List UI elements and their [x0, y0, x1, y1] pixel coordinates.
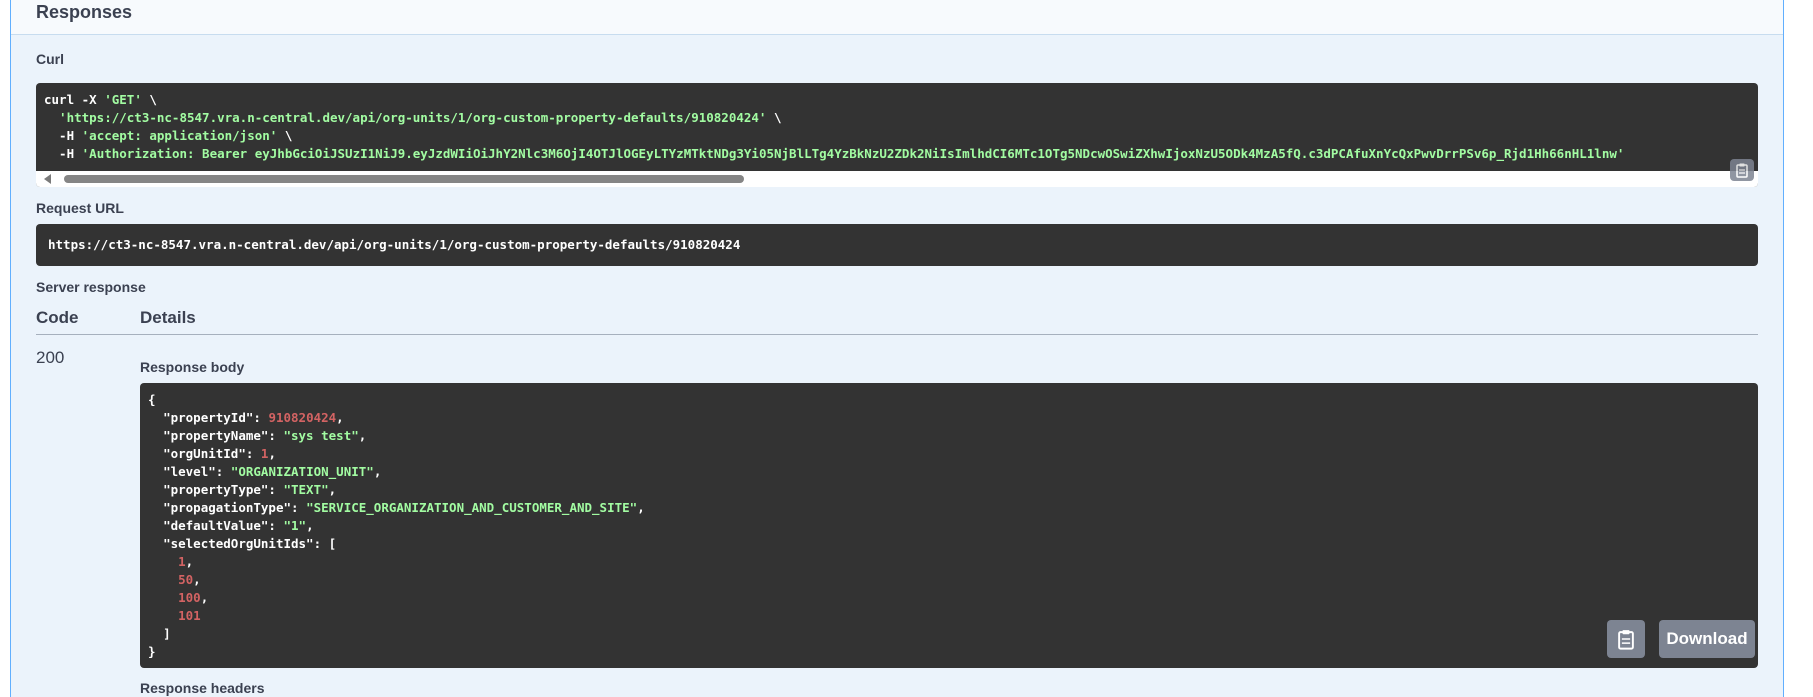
curl-code-block[interactable]: curl -X 'GET' \ 'https://ct3-nc-8547.vra…: [36, 83, 1758, 187]
download-button[interactable]: Download: [1659, 620, 1755, 658]
curl-horizontal-scrollbar[interactable]: [36, 171, 1758, 187]
response-json: { "propertyId": 910820424, "propertyName…: [148, 392, 645, 659]
response-body-block[interactable]: { "propertyId": 910820424, "propertyName…: [140, 383, 1758, 668]
request-url-value: https://ct3-nc-8547.vra.n-central.dev/ap…: [48, 237, 741, 252]
response-table-header: Code Details: [36, 308, 1758, 335]
copy-response-button[interactable]: [1607, 620, 1645, 658]
copy-curl-button[interactable]: [1730, 159, 1754, 181]
responses-title: Responses: [36, 2, 133, 22]
scroll-left-icon[interactable]: [44, 174, 51, 184]
responses-header: Responses: [11, 0, 1783, 35]
curl-command: curl -X 'GET' \ 'https://ct3-nc-8547.vra…: [44, 92, 1625, 161]
response-status-code: 200: [36, 348, 65, 367]
scrollbar-thumb[interactable]: [64, 175, 744, 183]
details-column-header: Details: [140, 308, 196, 327]
copy-icon: [1618, 630, 1634, 650]
response-body-label: Response body: [140, 359, 245, 375]
swagger-responses-page: Responses Curl curl -X 'GET' \ 'https://…: [0, 0, 1813, 697]
request-url-label: Request URL: [36, 200, 124, 216]
code-column-header: Code: [36, 308, 79, 327]
response-headers-label: Response headers: [140, 680, 265, 696]
request-url-block[interactable]: https://ct3-nc-8547.vra.n-central.dev/ap…: [36, 224, 1758, 266]
server-response-label: Server response: [36, 279, 146, 295]
responses-panel: Responses Curl curl -X 'GET' \ 'https://…: [10, 0, 1784, 697]
copy-icon: [1736, 163, 1748, 178]
curl-label: Curl: [36, 51, 64, 67]
